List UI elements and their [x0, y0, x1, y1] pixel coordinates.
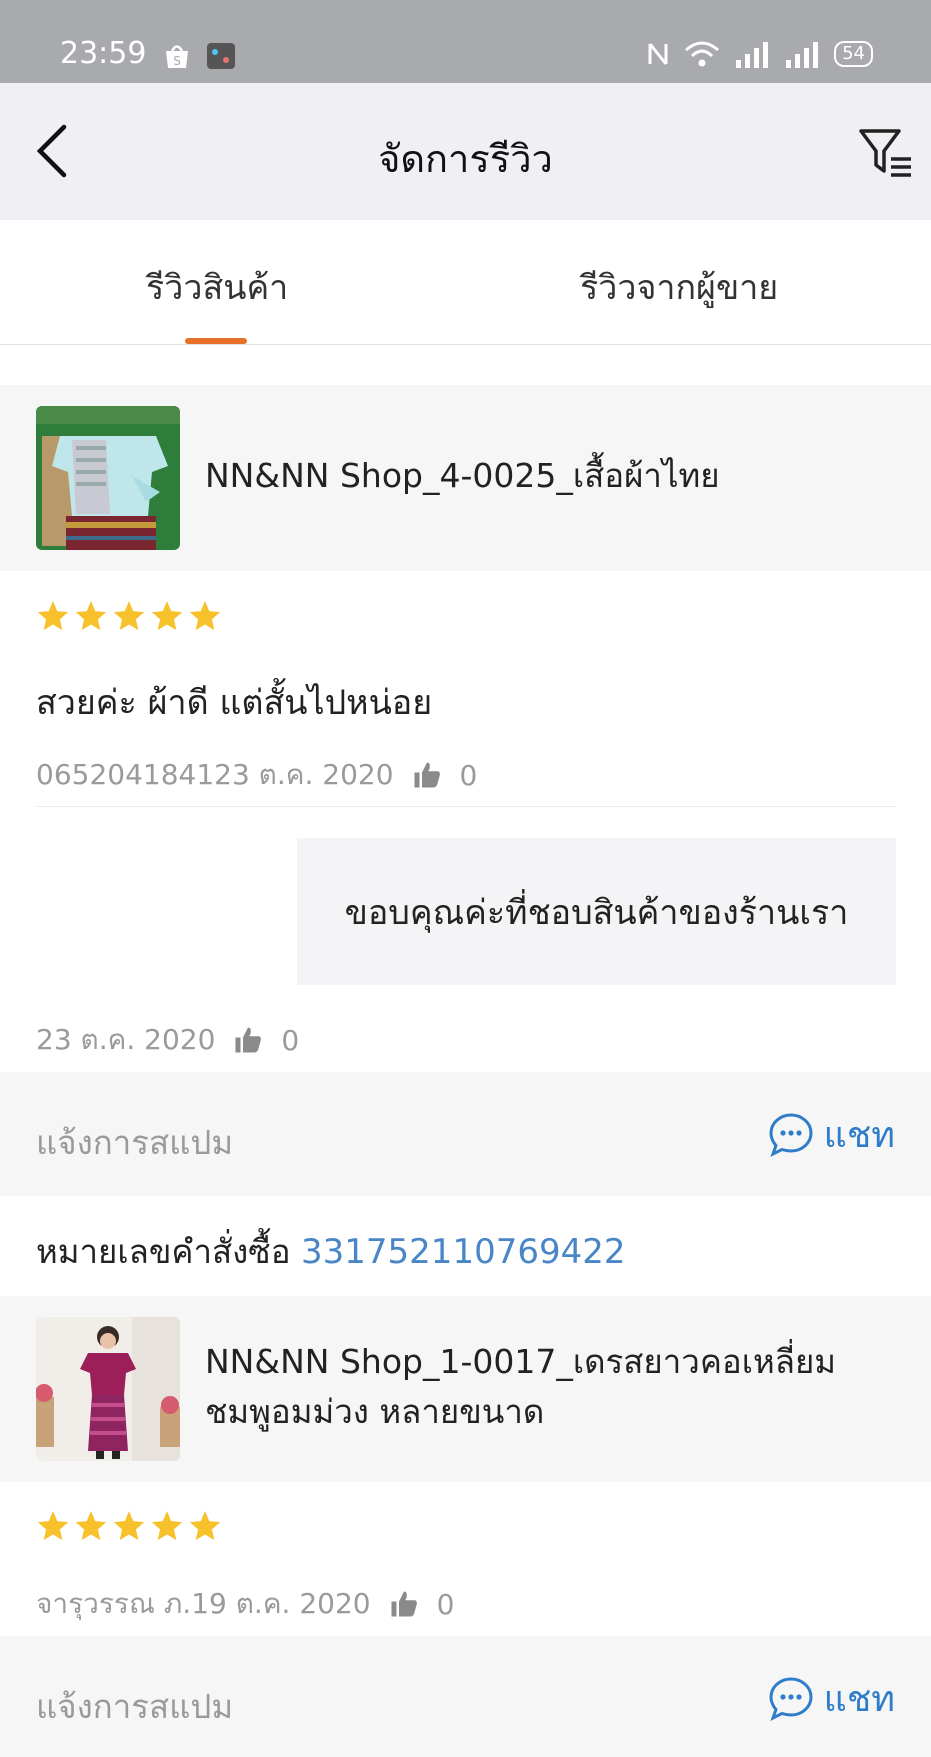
seller-reply: ขอบคุณค่ะที่ชอบสินค้าของร้านเรา	[297, 838, 896, 985]
product-thumbnail	[36, 1317, 180, 1461]
filter-icon[interactable]	[857, 125, 913, 181]
nfc-icon	[648, 43, 668, 65]
like-count: 0	[436, 1587, 455, 1621]
battery-indicator: 54	[834, 41, 873, 67]
status-right-icons: 54	[646, 40, 873, 68]
like-count: 0	[459, 758, 478, 792]
thumbs-up-icon[interactable]	[233, 1025, 263, 1055]
review-meta: 065204184123 ต.ค. 2020 0	[36, 753, 477, 797]
star-icon	[37, 1511, 69, 1541]
star-icon	[151, 601, 183, 631]
review-meta: จารุวรรณ ภ.19 ต.ค. 2020 0	[36, 1582, 454, 1626]
app-notification-icon	[207, 43, 235, 69]
tab-seller-reviews[interactable]: รีวิวจากผู้ขาย	[580, 260, 778, 314]
product-name-line1: NN&NN Shop_1-0017_เดรสยาวคอเหลี่ยม	[205, 1342, 837, 1381]
order-number-row: หมายเลขคำสั่งซื้อ 331752110769422	[36, 1225, 626, 1278]
star-icon	[113, 1511, 145, 1541]
review-text: สวยค่ะ ผ้าดี แต่สั้นไปหน่อย	[36, 683, 433, 723]
star-icon	[113, 601, 145, 631]
chat-button[interactable]: แชท	[768, 1106, 895, 1163]
page-title: จัดการรีวิว	[378, 137, 553, 181]
star-icon	[37, 601, 69, 631]
shopee-notification-icon: S	[166, 45, 188, 68]
reviewer-and-date: จารุวรรณ ภ.19 ต.ค. 2020	[36, 1587, 371, 1620]
reply-date: 23 ต.ค. 2020	[36, 1023, 216, 1056]
dress-image	[36, 1317, 180, 1461]
star-icon	[189, 1511, 221, 1541]
signal-icon-2	[786, 42, 819, 68]
product-card[interactable]: NN&NN Shop_4-0025_เสื้อผ้าไทย	[0, 385, 931, 571]
status-bar: 23:59 S 54	[0, 0, 931, 83]
star-rating	[36, 1509, 222, 1543]
wifi-icon	[685, 41, 720, 67]
svg-text:S: S	[173, 54, 181, 68]
reply-meta: 23 ต.ค. 2020 0	[36, 1018, 299, 1062]
product-name-line2: ชมพูอมม่วง หลายขนาด	[205, 1392, 545, 1431]
review-actions: แจ้งการสแปม แชท	[0, 1072, 931, 1196]
order-number-link[interactable]: 331752110769422	[301, 1232, 625, 1272]
review-tabs: รีวิวสินค้า รีวิวจากผู้ขาย	[0, 220, 931, 345]
order-number-label: หมายเลขคำสั่งซื้อ	[36, 1232, 291, 1271]
chat-bubble-icon	[769, 1676, 813, 1721]
chat-button[interactable]: แชท	[768, 1670, 895, 1727]
report-spam-button[interactable]: แจ้งการสแปม	[36, 1680, 233, 1733]
review-list[interactable]: หมายเลขคำสั่งซื้อ 331007240090327 NN&NN …	[0, 345, 931, 1757]
star-rating	[36, 599, 222, 633]
product-card[interactable]: NN&NN Shop_1-0017_เดรสยาวคอเหลี่ยม ชมพูอ…	[0, 1296, 931, 1482]
order-number-row-partial: หมายเลขคำสั่งซื้อ 331007240090327	[36, 345, 634, 359]
status-time: 23:59	[60, 36, 147, 71]
thumbs-up-icon[interactable]	[412, 760, 442, 790]
signal-icon-1	[736, 42, 769, 68]
order-number-label: หมายเลขคำสั่งซื้อ	[36, 345, 298, 353]
chat-bubble-icon	[769, 1112, 813, 1157]
like-count: 0	[281, 1023, 300, 1057]
report-spam-button[interactable]: แจ้งการสแปม	[36, 1116, 233, 1169]
chat-label: แชท	[823, 1115, 895, 1156]
review-actions: แจ้งการสแปม แชท	[0, 1636, 931, 1757]
product-thumbnail	[36, 406, 180, 550]
tab-product-reviews[interactable]: รีวิวสินค้า	[146, 260, 288, 314]
thai-blouse-image	[36, 406, 180, 550]
chat-label: แชท	[823, 1679, 895, 1720]
star-icon	[189, 601, 221, 631]
app-header: จัดการรีวิว	[0, 83, 931, 220]
star-icon	[75, 1511, 107, 1541]
product-name[interactable]: NN&NN Shop_4-0025_เสื้อผ้าไทย	[205, 451, 720, 501]
star-icon	[75, 601, 107, 631]
reviewer-and-date: 065204184123 ต.ค. 2020	[36, 758, 394, 791]
order-number-link[interactable]: 331007240090327	[309, 345, 633, 353]
divider	[36, 806, 896, 807]
thumbs-up-icon[interactable]	[389, 1589, 419, 1619]
product-name[interactable]: NN&NN Shop_1-0017_เดรสยาวคอเหลี่ยม ชมพูอ…	[205, 1337, 836, 1437]
star-icon	[151, 1511, 183, 1541]
active-tab-indicator	[185, 338, 247, 344]
